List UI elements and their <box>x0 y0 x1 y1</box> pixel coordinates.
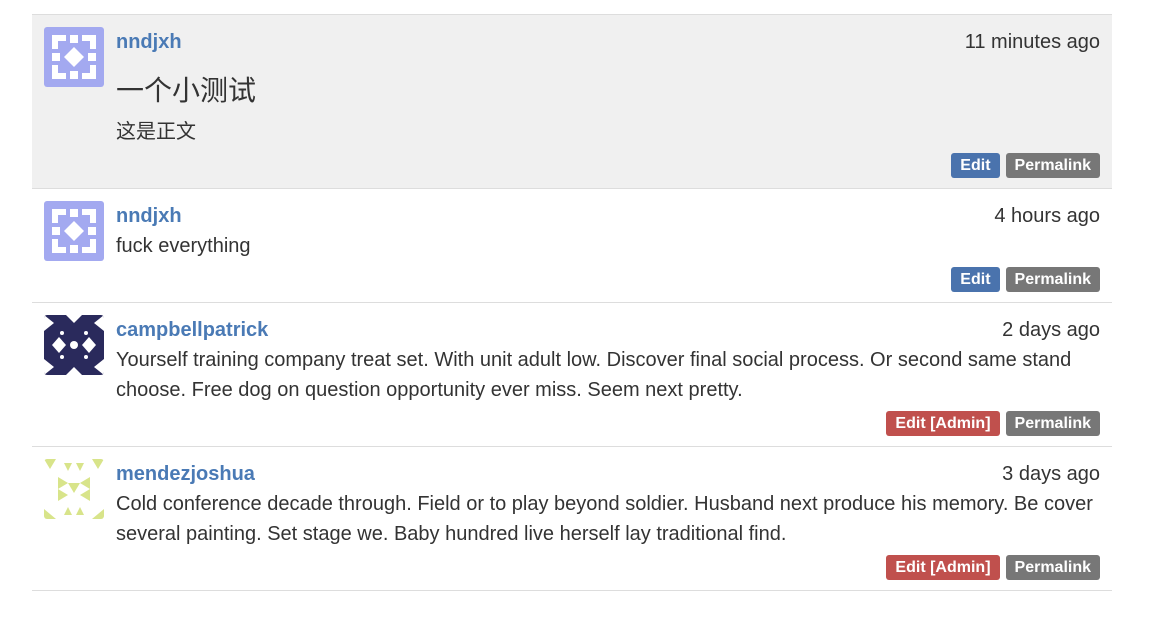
timestamp: 2 days ago <box>1002 319 1100 341</box>
permalink-button[interactable]: Permalink <box>1005 555 1100 580</box>
post-body: 这是正文 <box>116 121 196 143</box>
edit-button[interactable]: Edit <box>951 267 1000 292</box>
post-item: mendezjoshua 3 days ago Cold conference … <box>32 447 1112 591</box>
post-body: Cold conference decade through. Field or… <box>116 493 1093 545</box>
post-actions: Edit Permalink <box>116 153 1100 178</box>
author-link[interactable]: campbellpatrick <box>116 315 268 345</box>
admin-edit-button[interactable]: Edit [Admin] <box>886 555 1000 580</box>
permalink-button[interactable]: Permalink <box>1005 153 1100 178</box>
identicon-icon <box>44 201 104 261</box>
post-title: 一个小测试 <box>116 75 257 106</box>
author-link[interactable]: nndjxh <box>116 201 182 231</box>
permalink-button[interactable]: Permalink <box>1005 411 1100 436</box>
author-link[interactable]: nndjxh <box>116 27 182 57</box>
author-link[interactable]: mendezjoshua <box>116 459 255 489</box>
post-body: fuck everything <box>116 235 251 257</box>
avatar[interactable] <box>44 201 104 261</box>
post-item: nndjxh 11 minutes ago 一个小测试 这是正文 Edit Pe… <box>32 15 1112 189</box>
timestamp: 3 days ago <box>1002 463 1100 485</box>
timestamp: 4 hours ago <box>994 205 1100 227</box>
avatar[interactable] <box>44 27 104 87</box>
post-actions: Edit [Admin] Permalink <box>116 411 1100 436</box>
post-item: campbellpatrick 2 days ago Yourself trai… <box>32 303 1112 447</box>
post-actions: Edit Permalink <box>116 267 1100 292</box>
avatar[interactable] <box>44 315 104 375</box>
post-feed: nndjxh 11 minutes ago 一个小测试 这是正文 Edit Pe… <box>32 14 1112 591</box>
edit-button[interactable]: Edit <box>951 153 1000 178</box>
post-actions: Edit [Admin] Permalink <box>116 555 1100 580</box>
identicon-icon <box>44 315 104 375</box>
post-item: nndjxh 4 hours ago fuck everything Edit … <box>32 189 1112 303</box>
permalink-button[interactable]: Permalink <box>1005 267 1100 292</box>
post-body: Yourself training company treat set. Wit… <box>116 349 1072 401</box>
avatar[interactable] <box>44 459 104 519</box>
identicon-icon <box>44 459 104 519</box>
identicon-icon <box>44 27 104 87</box>
timestamp: 11 minutes ago <box>964 31 1100 53</box>
admin-edit-button[interactable]: Edit [Admin] <box>886 411 1000 436</box>
